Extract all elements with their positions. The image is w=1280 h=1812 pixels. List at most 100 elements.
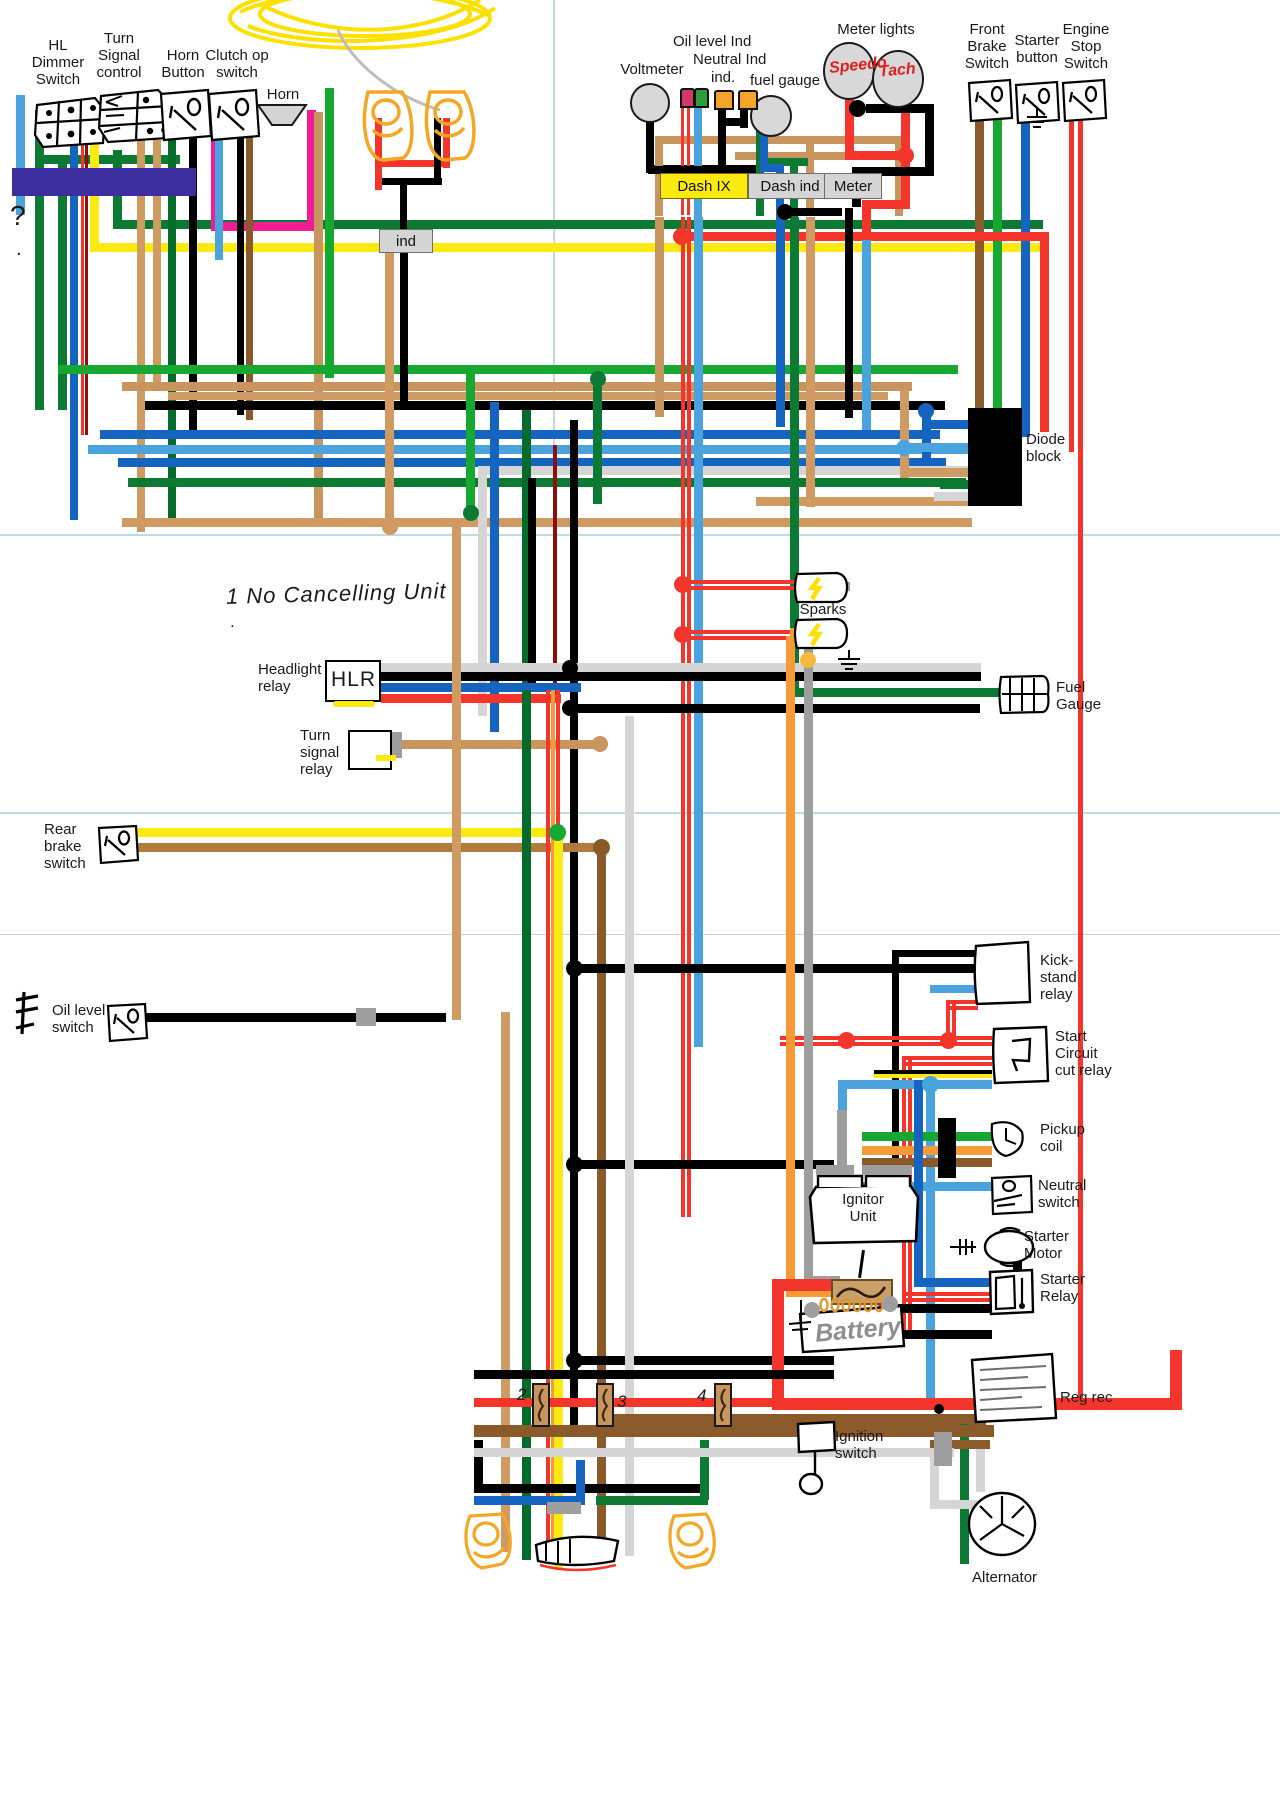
label-turn-signal-relay: Turn signal relay — [300, 727, 340, 778]
node-green-tall — [590, 371, 606, 387]
node-black-center-3 — [566, 1352, 583, 1369]
oil-level-ind-lamp — [680, 88, 695, 108]
label-neutral-ind: Neutral Ind — [693, 51, 767, 68]
wire-tan-ts-1 — [137, 140, 145, 532]
ignitor-connector-right — [862, 1165, 912, 1175]
label-headlight-relay: Headlight relay — [258, 661, 322, 695]
node-green-rearbrake — [549, 824, 566, 841]
wire-red-sparks-h2b — [678, 636, 798, 640]
wire-tan-oillevel-v — [452, 520, 461, 1020]
node-red-sccr-1 — [838, 1032, 855, 1049]
turn-signal-relay-box[interactable] — [348, 730, 392, 770]
fuse-4-number: 4 — [697, 1386, 707, 1405]
fuse-2-number: 2 — [517, 1385, 527, 1404]
oil-level-switch-symbol[interactable] — [105, 1002, 149, 1044]
wire-tan-trunk-1 — [806, 217, 815, 507]
wire-black-riser-2 — [528, 478, 536, 688]
wire-black-bottom-rail — [474, 1484, 708, 1493]
wire-red-starterrelay-hb — [906, 1298, 992, 1302]
wire-yellow-center-tall — [554, 830, 563, 1570]
wire-black-starterrelay-h — [898, 1330, 992, 1339]
alternator-symbol — [967, 1491, 1037, 1557]
label-fuel-gauge-right: Fuel Gauge — [1056, 679, 1102, 713]
pickup-coil-symbol — [990, 1121, 1024, 1158]
wire-brown-clutch — [246, 115, 253, 420]
wire-tan-cluster-h1 — [655, 136, 895, 144]
label-diode-block: Diode block — [1026, 431, 1066, 465]
wire-black-tall-1 — [570, 420, 578, 1430]
engine-stop-switch-symbol[interactable] — [1060, 78, 1108, 124]
wire-black-hlr — [381, 672, 981, 681]
wire-red-battery-loop-right2 — [1170, 1350, 1182, 1410]
wire-red-sparks-h2 — [678, 630, 798, 634]
ind-tag-box: ind — [379, 229, 433, 253]
start-circuit-cut-relay-symbol[interactable] — [990, 1025, 1052, 1087]
rear-brake-switch-symbol[interactable] — [96, 824, 140, 866]
fuse-3-number: 3 — [617, 1392, 627, 1411]
wire-green-bus-2 — [128, 478, 966, 487]
wire-green-long-down — [325, 88, 334, 378]
node-tan-tsr — [592, 736, 608, 752]
wire-red-diode-v — [1040, 232, 1049, 432]
node-black-center-2 — [566, 1156, 583, 1173]
neutral-ind-lamp — [694, 88, 709, 108]
wiring-diagram-canvas: HL Dimmer Switch Turn Signal control Hor… — [0, 0, 1280, 1812]
wire-green-tall-1 — [593, 374, 602, 504]
wire-darkgreen-fuelgauge-h — [795, 688, 1000, 697]
node-green-riser — [463, 505, 479, 521]
ind-tag-label: ind — [395, 232, 417, 250]
dash-ind-label: Dash ind — [760, 177, 820, 195]
node-lightblue-sccr — [922, 1076, 939, 1093]
battery-terminal-negative — [804, 1302, 820, 1318]
wire-red-sccr-h2 — [902, 1056, 992, 1060]
wire-tan-diode-v — [900, 390, 909, 478]
indicator-lamp-left — [714, 90, 734, 110]
rear-indicator-right-sketch — [668, 1512, 716, 1570]
node-red-sparks-2 — [674, 626, 691, 643]
tail-light-sketch — [534, 1535, 620, 1572]
ignition-coil-lead — [858, 1249, 865, 1279]
node-meterlight-black — [849, 100, 866, 117]
starter-relay-symbol[interactable] — [988, 1268, 1036, 1316]
horn-symbol — [256, 104, 308, 126]
wire-lightblue-cluster — [694, 105, 702, 217]
meter-label: Meter — [833, 177, 873, 195]
wire-red-sparks-h1 — [678, 580, 798, 584]
bus-bar-purple — [12, 168, 196, 196]
wire-yellow-tsr — [376, 755, 396, 761]
wire-lightblue-sccr-v — [926, 1080, 935, 1400]
kickstand-relay-symbol[interactable] — [972, 940, 1034, 1008]
neutral-switch-symbol[interactable] — [989, 1174, 1035, 1217]
wire-blue-bottom-v — [576, 1460, 585, 1505]
node-diode-lightblue — [896, 440, 912, 456]
front-brake-switch-symbol[interactable] — [966, 78, 1014, 124]
label-turn-signal-control: Turn Signal control — [96, 30, 142, 81]
wire-lightgrey-bus-1 — [485, 466, 969, 475]
wire-red-battery-loop-left — [772, 1279, 784, 1409]
label-ignition-switch: Ignition switch — [835, 1428, 884, 1462]
label-rear-brake-switch: Rear brake switch — [44, 821, 86, 872]
ground-symbol-sparks — [838, 650, 860, 670]
node-diode-blue — [918, 403, 934, 419]
label-oil-level-switch: Oil level switch — [52, 1002, 106, 1036]
wire-green-pickup — [862, 1132, 992, 1141]
node-red-dash-bus — [673, 228, 690, 245]
wire-black-bottom-h — [574, 1356, 834, 1365]
label-sparks: Sparks — [799, 601, 847, 618]
wire-tan-center-tall — [501, 1012, 510, 1552]
node-meterlight-red — [897, 147, 914, 164]
fuse-2-element — [537, 1388, 545, 1422]
label-horn: Horn — [266, 86, 300, 103]
wire-green-riser-1 — [466, 365, 475, 515]
label-ignitor-unit: Ignitor Unit — [842, 1191, 884, 1225]
ignition-switch-symbol[interactable] — [794, 1420, 838, 1496]
wire-green-bottom-rail — [596, 1496, 708, 1505]
connector-oillevel — [356, 1008, 376, 1026]
wire-darkred-tall — [553, 445, 557, 695]
hlr-yellow-underline — [333, 701, 375, 707]
rear-indicator-left-sketch — [464, 1512, 512, 1570]
wire-orange-pickup — [862, 1146, 992, 1155]
spark-coil-2 — [793, 617, 849, 650]
wire-red-hlr — [381, 694, 561, 703]
wire-red-starterrelay-h — [906, 1292, 992, 1296]
